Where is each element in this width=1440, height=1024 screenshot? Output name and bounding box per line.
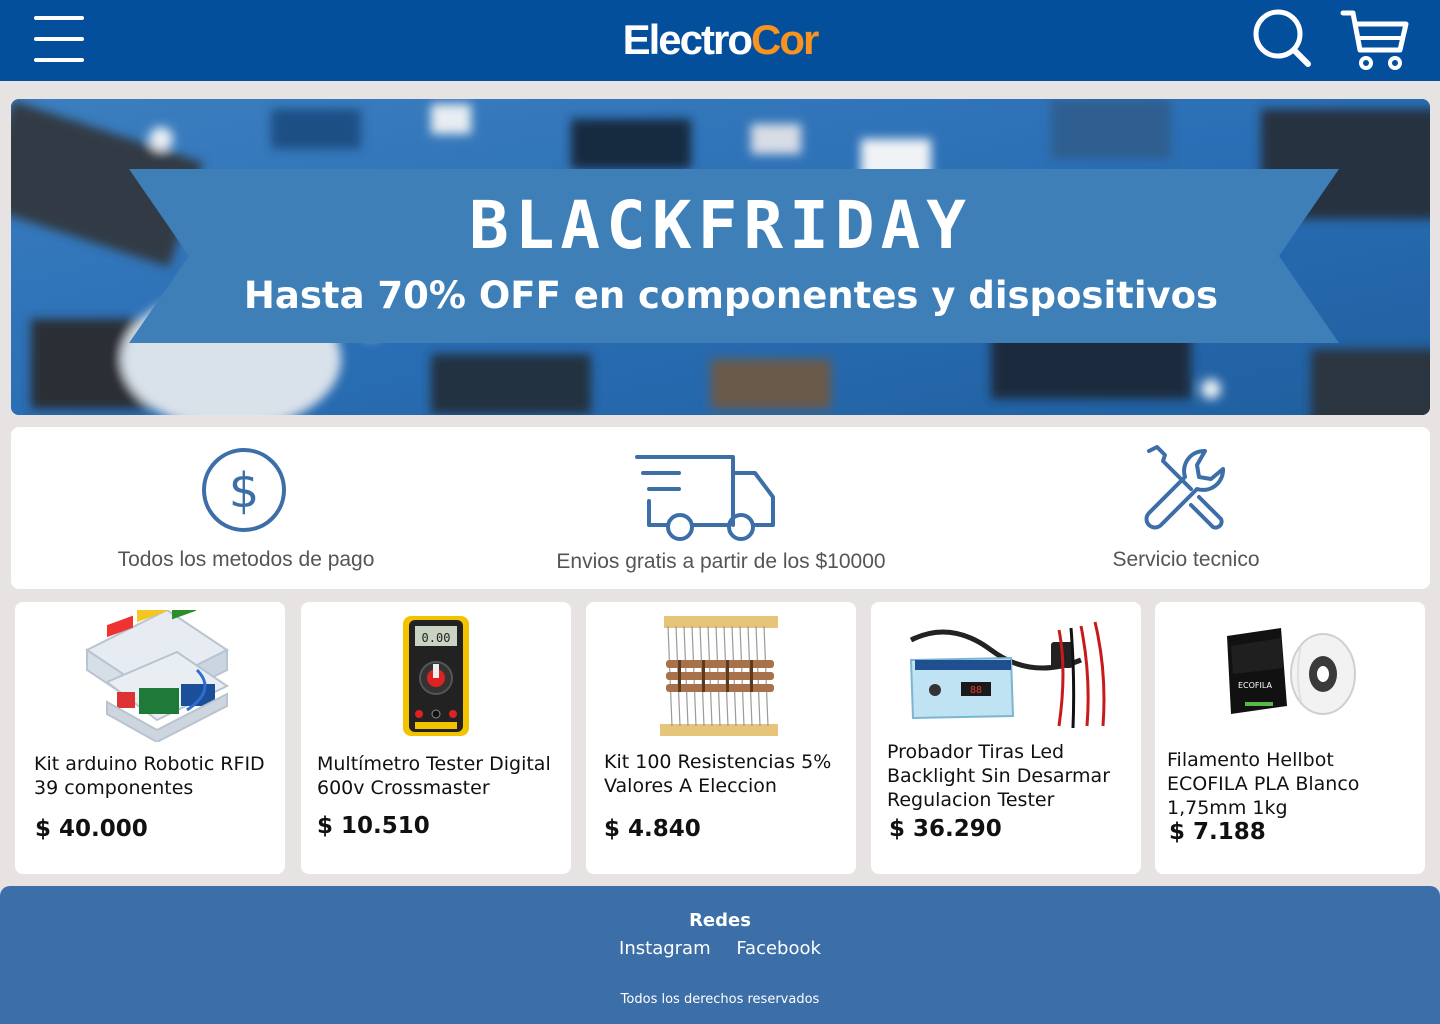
banner-subtitle: Hasta 70% OFF en componentes y dispositi…: [243, 274, 1219, 317]
product-card[interactable]: 0.00 Multímetro Tester Digital 600v Cros…: [301, 602, 571, 874]
product-card[interactable]: 88 Probador Tiras Led Backlight Sin Desa…: [871, 602, 1141, 874]
feature-payment: $ Todos los metodos de pago: [91, 427, 401, 589]
product-image-multimeter: 0.00: [403, 616, 469, 736]
footer-link-instagram[interactable]: Instagram: [619, 938, 711, 959]
product-card[interactable]: Kit 100 Resistencias 5% Valores A Elecci…: [586, 602, 856, 874]
svg-text:88: 88: [970, 685, 982, 696]
svg-text:$: $: [229, 463, 260, 519]
feature-label: Todos los metodos de pago: [117, 548, 375, 571]
product-image-arduino-kit: [85, 610, 229, 742]
product-image-led-tester: 88: [909, 621, 1106, 729]
product-price: $ 40.000: [35, 816, 148, 842]
site-footer: Redes Instagram Facebook Todos los derec…: [0, 886, 1440, 1024]
product-card[interactable]: ECOFILA Filamento Hellbot ECOFILA PLA Bl…: [1155, 602, 1425, 874]
feature-label: Servicio tecnico: [1112, 548, 1260, 571]
product-title: Kit 100 Resistencias 5% Valores A Elecci…: [604, 751, 832, 797]
logo-text-electro: Electro: [622, 16, 753, 63]
svg-text:ECOFILA: ECOFILA: [1238, 681, 1273, 690]
product-price: $ 7.188: [1169, 819, 1266, 845]
product-price: $ 10.510: [317, 813, 430, 839]
top-header: ElectroCor: [0, 0, 1440, 81]
footer-social-links: Instagram Facebook: [0, 938, 1440, 959]
delivery-truck-icon: [635, 455, 775, 541]
banner-title: BLACKFRIDAY: [468, 187, 973, 264]
footer-title: Redes: [689, 910, 751, 931]
tools-icon: [1144, 445, 1225, 530]
feature-tech-service: Servicio tecnico: [1071, 427, 1301, 589]
shopping-cart-icon[interactable]: [1340, 8, 1410, 72]
footer-copyright: Todos los derechos reservados: [620, 992, 820, 1007]
product-title: Filamento Hellbot ECOFILA PLA Blanco 1,7…: [1167, 749, 1360, 819]
product-card[interactable]: Kit arduino Robotic RFID 39 componentes …: [15, 602, 285, 874]
product-price: $ 4.840: [604, 816, 701, 842]
product-image-resistors: [660, 616, 778, 736]
svg-text:0.00: 0.00: [422, 631, 451, 645]
search-icon[interactable]: [1252, 8, 1312, 68]
feature-label: Envios gratis a partir de los $10000: [556, 550, 886, 573]
product-price: $ 36.290: [889, 816, 1002, 842]
dollar-coin-icon: $: [202, 448, 286, 532]
product-image-filament: ECOFILA: [1227, 628, 1356, 715]
product-title: Probador Tiras Led Backlight Sin Desarma…: [887, 741, 1110, 811]
logo-text-cor: Cor: [751, 16, 819, 63]
product-title: Kit arduino Robotic RFID 39 componentes: [34, 753, 265, 799]
features-strip: $ Todos los metodos de pago Envios grati…: [11, 427, 1430, 589]
footer-link-facebook[interactable]: Facebook: [736, 938, 821, 959]
blackfriday-banner[interactable]: BLACKFRIDAY Hasta 70% OFF en componentes…: [11, 99, 1430, 415]
product-grid: Kit arduino Robotic RFID 39 componentes …: [15, 602, 1425, 874]
feature-shipping: Envios gratis a partir de los $10000: [541, 427, 901, 589]
site-logo[interactable]: ElectroCor: [0, 14, 1440, 66]
product-title: Multímetro Tester Digital 600v Crossmast…: [317, 753, 551, 799]
